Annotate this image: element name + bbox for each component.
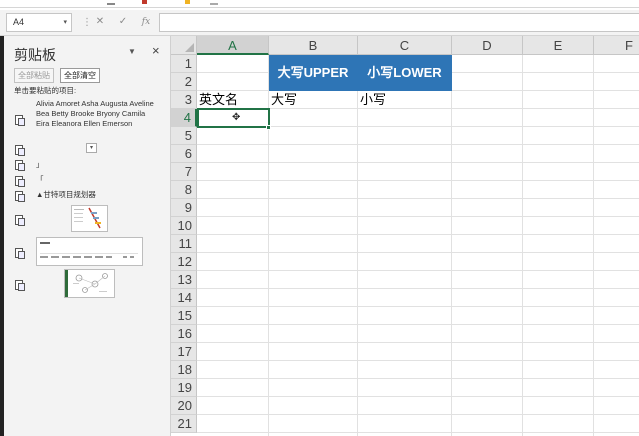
document-thumbnail-image [37,238,142,265]
row-header-17[interactable]: 17 [171,343,197,361]
row-header-18[interactable]: 18 [171,361,197,379]
ribbon-icon[interactable] [107,0,115,5]
close-icon[interactable]: × [152,43,160,58]
row-header-13[interactable]: 13 [171,271,197,289]
clipboard-thumbnail[interactable] [64,269,115,298]
pane-hint: 单击要粘贴的项目: [14,86,77,95]
row-header-11[interactable]: 11 [171,235,197,253]
row-header-10[interactable]: 10 [171,217,197,235]
row-header-5[interactable]: 5 [171,127,197,145]
row-header-7[interactable]: 7 [171,163,197,181]
insert-function-icon[interactable]: fx [139,14,153,30]
formula-bar-grip: ⋮ [82,17,92,28]
enter-icon[interactable]: ✓ [116,14,130,30]
column-header-d[interactable]: D [452,36,523,55]
ribbon-icon[interactable] [185,0,190,4]
diagram-thumbnail-image [65,270,114,297]
row-header-6[interactable]: 6 [171,145,197,163]
cell-b3[interactable]: 大写 [269,91,358,109]
fill-handle[interactable] [266,125,271,130]
row-header-4[interactable]: 4 [171,109,197,127]
row-header-19[interactable]: 19 [171,379,197,397]
clipboard-item[interactable]: ▲甘特项目规划器 [36,190,96,200]
cell-cursor-icon: ✥ [232,112,241,123]
row-header-8[interactable]: 8 [171,181,197,199]
cell-b1[interactable]: 大写UPPER [269,55,358,91]
row-header-20[interactable]: 20 [171,397,197,415]
clipboard-item-icon [14,159,25,171]
column-header-b[interactable]: B [269,36,358,55]
row-header-16[interactable]: 16 [171,325,197,343]
column-header-a[interactable]: A [197,36,269,55]
formula-input[interactable] [159,13,639,32]
formula-bar: A4 ▾ ⋮ ✕ ✓ fx [0,10,639,36]
cell-c1[interactable]: 小写LOWER [358,55,452,91]
clipboard-thumbnail[interactable] [71,205,108,232]
cell-a3[interactable]: 英文名 [197,91,269,109]
clipboard-item[interactable]: 」 [36,160,44,170]
clipboard-item[interactable]: 「 [36,175,44,185]
cell-c3[interactable]: 小写 [358,91,452,109]
pane-title: 剪贴板 [14,47,56,63]
gantt-thumbnail-image [72,206,107,231]
chevron-down-icon[interactable]: ▾ [86,143,97,153]
clipboard-item[interactable]: Alivia Amoret Asha Augusta Aveline Bea B… [36,99,156,129]
clipboard-thumbnail[interactable] [36,237,143,266]
name-box[interactable]: A4 ▾ [6,13,72,32]
ribbon-icon[interactable] [210,0,218,5]
cancel-icon[interactable]: ✕ [93,14,107,30]
clipboard-item-icon [14,279,25,291]
clipboard-item-icon [14,214,25,226]
clipboard-item-icon [14,247,25,259]
clipboard-pane: 剪贴板 ▼ × 全部粘贴 全部清空 单击要粘贴的项目: Alivia Amore… [4,36,171,436]
clipboard-item-icon [14,144,25,156]
name-box-value: A4 [13,17,25,27]
row-header-9[interactable]: 9 [171,199,197,217]
column-header-f[interactable]: F [594,36,639,55]
row-header-3[interactable]: 3 [171,91,197,109]
clipboard-item-icon [14,114,25,126]
clipboard-item-icon [14,190,25,202]
worksheet-grid[interactable]: A B C D E F 1 2 3 4 5 6 7 8 9 10 11 12 1… [171,36,639,436]
chevron-down-icon[interactable]: ▾ [63,14,67,31]
row-header-12[interactable]: 12 [171,253,197,271]
pane-options-icon[interactable]: ▼ [128,47,136,56]
row-header-15[interactable]: 15 [171,307,197,325]
row-header-14[interactable]: 14 [171,289,197,307]
clear-all-button[interactable]: 全部清空 [60,68,100,83]
column-header-c[interactable]: C [358,36,452,55]
row-header-1[interactable]: 1 [171,55,197,73]
ribbon-strip [0,0,639,8]
row-header-2[interactable]: 2 [171,73,197,91]
ribbon-icon[interactable] [142,0,147,4]
clipboard-item-icon [14,175,25,187]
column-header-e[interactable]: E [523,36,594,55]
select-all-button[interactable] [171,36,197,55]
row-header-21[interactable]: 21 [171,415,197,433]
paste-all-button[interactable]: 全部粘贴 [14,68,54,83]
